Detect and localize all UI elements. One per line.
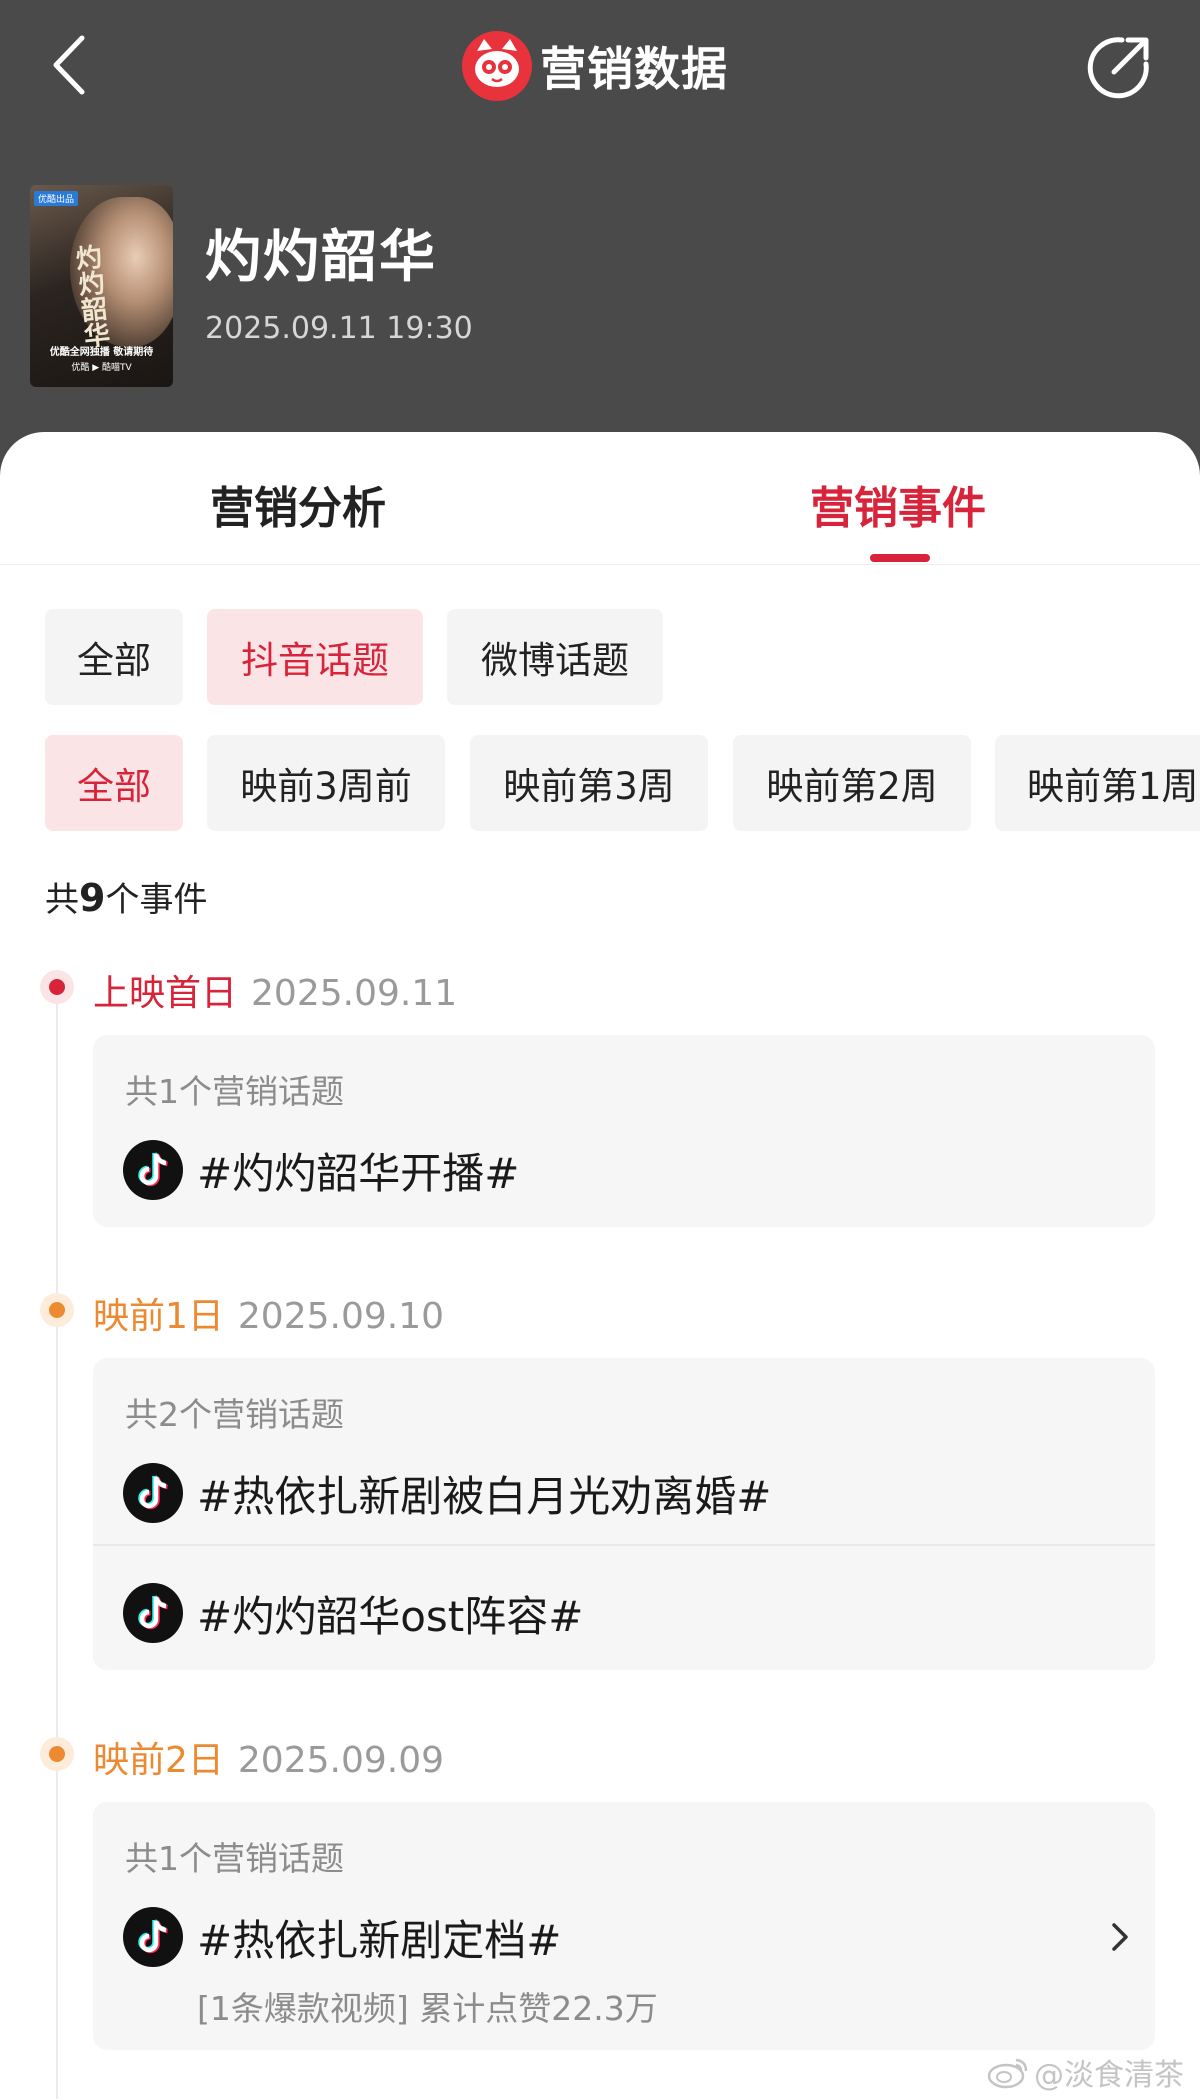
movie-title: 灼灼韶华: [205, 225, 437, 290]
tiktok-icon: [123, 1583, 183, 1643]
watermark: @淡食清茶: [986, 2050, 1184, 2094]
timeline-dot-1day-before: [40, 1293, 74, 1327]
app-title-group: 营销数据: [462, 28, 728, 104]
watermark-text: @淡食清茶: [1034, 2058, 1184, 2093]
movie-poster[interactable]: 优酷出品 灼灼韶华 优酷全网独播 敬请期待 优酷 ▶ 酷喵TV: [30, 185, 173, 387]
event-count-prefix: 共: [45, 880, 79, 920]
event-date: 2025.09.09: [237, 1740, 445, 1781]
timeline-label-1day-before: 映前1日 2025.09.10: [93, 1287, 444, 1339]
topic-divider: [93, 1544, 1155, 1546]
movie-datetime: 2025.09.11 19:30: [205, 311, 473, 346]
share-icon[interactable]: [1084, 32, 1154, 102]
event-count-suffix: 个事件: [105, 880, 208, 920]
event-card-1day-before: 共2个营销话题 #热依扎新剧被白月光劝离婚# #灼灼韶华ost阵容#: [93, 1358, 1155, 1670]
tab-marketing-analysis[interactable]: 营销分析: [210, 472, 386, 536]
event-stage: 上映首日: [93, 973, 238, 1014]
cat-logo-icon: [462, 31, 532, 101]
event-stage: 映前2日: [93, 1740, 224, 1781]
topic-count: 共1个营销话题: [125, 1839, 344, 1878]
tab-bar: 营销分析 营销事件: [0, 432, 1200, 565]
filter-platform-douyin[interactable]: 抖音话题: [207, 609, 423, 705]
topic-text: #热依扎新剧被白月光劝离婚#: [197, 1471, 772, 1521]
filter-period-week1[interactable]: 映前第1周: [995, 735, 1200, 831]
topic-row[interactable]: #热依扎新剧被白月光劝离婚#: [123, 1463, 771, 1523]
topic-text: #热依扎新剧定档#: [197, 1915, 562, 1965]
event-date: 2025.09.11: [251, 973, 458, 1014]
timeline-line: [56, 982, 58, 2099]
filter-platform-all[interactable]: 全部: [45, 609, 183, 705]
topic-count: 共1个营销话题: [125, 1072, 344, 1111]
timeline-dot-2days-before: [40, 1737, 74, 1771]
tiktok-icon: [123, 1140, 183, 1200]
tab-marketing-events[interactable]: 营销事件: [810, 472, 986, 536]
poster-platform: 优酷 ▶ 酷喵TV: [71, 363, 132, 373]
top-bar: 营销数据: [0, 0, 1200, 134]
poster-caption: 优酷全网独播 敬请期待: [49, 347, 154, 358]
event-count: 共9个事件: [45, 872, 207, 921]
event-date: 2025.09.10: [237, 1296, 445, 1337]
chevron-left-icon[interactable]: [44, 30, 104, 100]
filter-period-3weeks-before[interactable]: 映前3周前: [207, 735, 445, 831]
event-card-2days-before[interactable]: 共1个营销话题 #热依扎新剧定档# [1条爆款视频] 累计点赞22.3万: [93, 1802, 1155, 2050]
main-panel: 营销分析 营销事件 全部 抖音话题 微博话题 全部 映前3周前 映前第3周 映前…: [0, 432, 1200, 2099]
active-tab-indicator: [870, 554, 930, 562]
topic-text: #灼灼韶华ost阵容#: [197, 1591, 584, 1641]
filter-period-all[interactable]: 全部: [45, 735, 183, 831]
filter-platform-weibo[interactable]: 微博话题: [447, 609, 663, 705]
weibo-icon: [987, 2058, 1028, 2089]
app-title: 营销数据: [540, 42, 728, 96]
event-card-premiere: 共1个营销话题 #灼灼韶华开播#: [93, 1035, 1155, 1227]
filter-period-week2[interactable]: 映前第2周: [733, 735, 971, 831]
topic-stats: [1条爆款视频] 累计点赞22.3万: [197, 1989, 658, 2028]
topic-row[interactable]: #灼灼韶华开播#: [123, 1140, 519, 1200]
poster-tag: 优酷出品: [34, 191, 79, 206]
topic-text: #灼灼韶华开播#: [197, 1148, 520, 1198]
filter-period-week3[interactable]: 映前第3周: [470, 735, 708, 831]
chevron-right-icon[interactable]: [1105, 1917, 1135, 1957]
tiktok-icon: [123, 1907, 183, 1967]
topic-row[interactable]: #热依扎新剧定档#: [123, 1907, 561, 1967]
event-count-number: 9: [79, 876, 106, 920]
tiktok-icon: [123, 1463, 183, 1523]
timeline-dot-premiere: [40, 970, 74, 1004]
timeline-label-2days-before: 映前2日 2025.09.09: [93, 1731, 444, 1783]
timeline-label-premiere: 上映首日 2025.09.11: [93, 964, 457, 1016]
event-stage: 映前1日: [93, 1296, 224, 1337]
topic-row[interactable]: #灼灼韶华ost阵容#: [123, 1583, 583, 1643]
topic-count: 共2个营销话题: [125, 1395, 344, 1434]
